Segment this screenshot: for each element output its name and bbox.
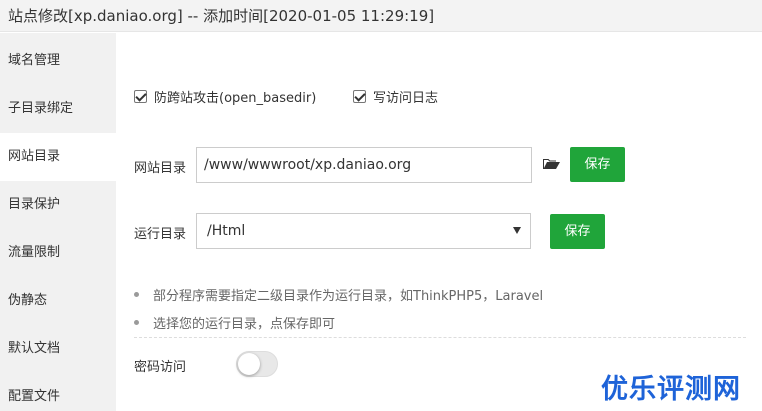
bullet-icon [134,320,139,325]
sidebar-item-dir-protect[interactable]: 目录保护 [0,181,116,229]
open-basedir-checkbox[interactable]: 防跨站攻击(open_basedir) [134,87,316,106]
chevron-down-icon [513,227,521,234]
checkbox-checked-icon[interactable] [353,90,366,103]
sidebar-item-rewrite[interactable]: 伪静态 [0,277,116,325]
open-basedir-label: 防跨站攻击(open_basedir) [154,91,317,106]
run-dir-save-button[interactable]: 保存 [550,214,605,249]
tip-text: 选择您的运行目录，点保存即可 [153,317,336,332]
access-log-label: 写访问日志 [373,91,439,106]
checkbox-checked-icon[interactable] [134,90,147,103]
sidebar-item-default-doc[interactable]: 默认文档 [0,325,116,373]
window-title: 站点修改[xp.daniao.org] -- 添加时间[2020-01-05 1… [8,7,435,25]
sidebar-item-subdir-binding[interactable]: 子目录绑定 [0,85,116,133]
watermark-logo: 优乐评测网 [601,374,741,405]
site-dir-input[interactable]: /www/wwwroot/xp.daniao.org [196,147,532,183]
access-log-checkbox[interactable]: 写访问日志 [353,87,438,106]
sidebar: 域名管理 子目录绑定 网站目录 目录保护 流量限制 伪静态 默认文档 配置文件 [0,33,116,411]
window-titlebar: 站点修改[xp.daniao.org] -- 添加时间[2020-01-05 1… [0,0,762,32]
tip-item: 部分程序需要指定二级目录作为运行目录，如ThinkPHP5，Laravel [134,285,543,304]
tip-text: 部分程序需要指定二级目录作为运行目录，如ThinkPHP5，Laravel [153,289,544,304]
password-access-label: 密码访问 [134,360,187,375]
main-panel: 防跨站攻击(open_basedir) 写访问日志 网站目录 /www/wwwr… [116,33,762,411]
sidebar-item-traffic-limit[interactable]: 流量限制 [0,229,116,277]
run-dir-selected-value: /Html [207,223,246,239]
sidebar-item-site-dir[interactable]: 网站目录 [0,133,116,181]
sidebar-item-config-file[interactable]: 配置文件 [0,373,116,411]
tip-item: 选择您的运行目录，点保存即可 [134,313,335,332]
run-dir-select[interactable]: /Html [196,213,531,249]
password-access-toggle[interactable] [236,351,278,377]
sidebar-item-domain[interactable]: 域名管理 [0,37,116,85]
site-dir-label: 网站目录 [134,161,187,176]
folder-open-icon[interactable] [543,158,561,170]
site-dir-save-button[interactable]: 保存 [570,147,625,182]
bullet-icon [134,292,139,297]
toggle-knob [238,353,260,375]
run-dir-label: 运行目录 [134,227,187,242]
divider [134,337,746,338]
